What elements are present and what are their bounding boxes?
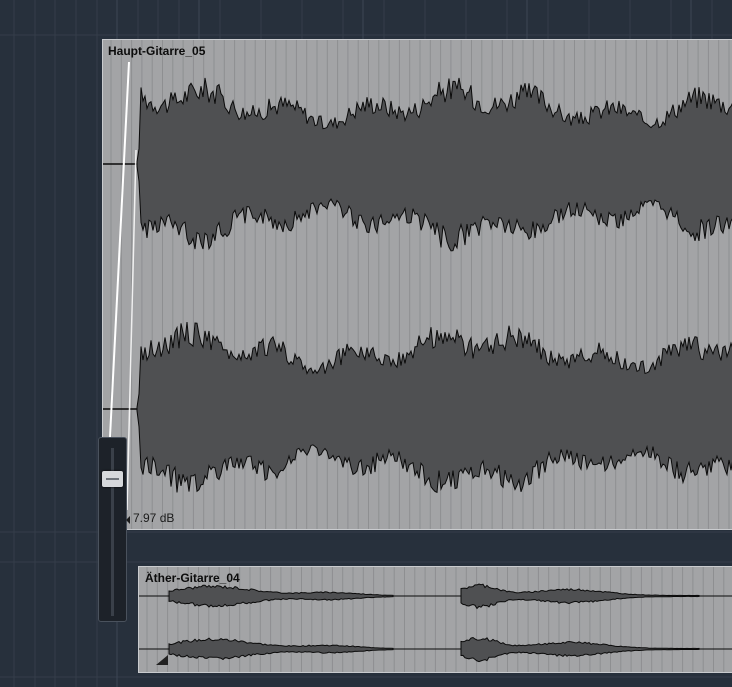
waveform-channel	[136, 321, 732, 494]
audio-event-main[interactable]: Haupt-Gitarre_05	[102, 39, 732, 530]
event-name: Haupt-Gitarre_05	[108, 44, 206, 58]
fade-triangle-icon[interactable]	[156, 655, 168, 665]
volume-readout: 7.97 dB	[133, 511, 175, 525]
gain-marker-icon	[126, 516, 130, 524]
event-name: Äther-Gitarre_04	[145, 571, 240, 585]
audio-event-second[interactable]: Äther-Gitarre_04	[138, 566, 732, 673]
fader-handle-icon[interactable]	[102, 471, 123, 487]
volume-fader[interactable]	[98, 437, 127, 622]
waveform-main	[103, 40, 732, 529]
waveform-channel	[136, 77, 732, 252]
